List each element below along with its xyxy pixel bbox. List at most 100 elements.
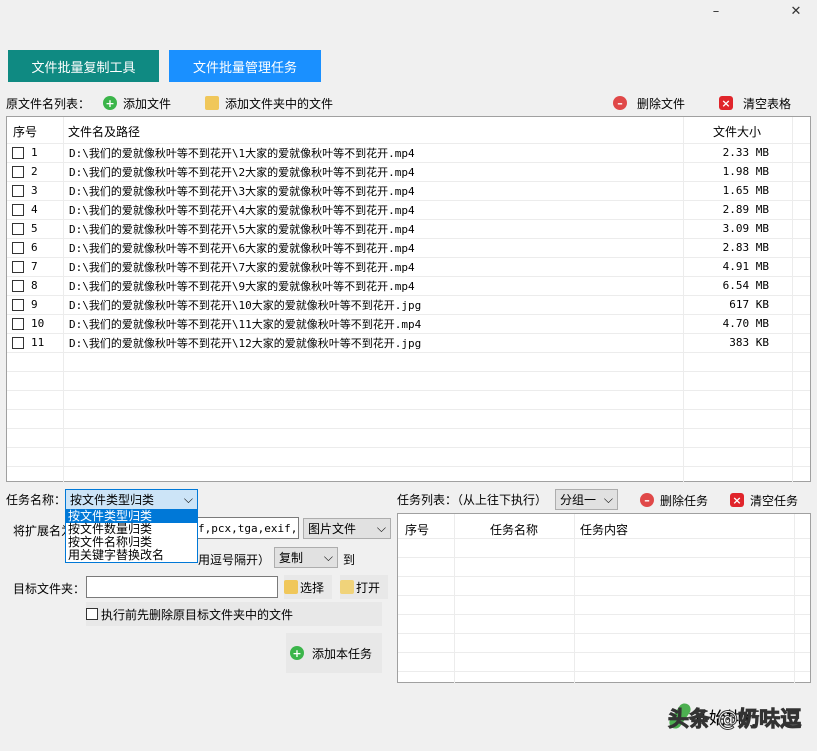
group-value: 分组一 (560, 493, 597, 507)
row-no: 3 (31, 184, 38, 197)
row-checkbox[interactable] (12, 222, 24, 235)
row-no: 1 (31, 146, 38, 159)
table-row[interactable]: 1 D:\我们的爱就像秋叶等不到花开\1大家的爱就像秋叶等不到花开.mp4 2.… (7, 143, 797, 162)
delete-task-button[interactable]: – 删除任务 (640, 491, 708, 509)
row-path: D:\我们的爱就像秋叶等不到花开\11大家的爱就像秋叶等不到花开.mp4 (69, 317, 422, 331)
row-checkbox[interactable] (12, 336, 24, 349)
add-file-label: 添加文件 (123, 96, 172, 111)
row-checkbox[interactable] (12, 317, 24, 330)
table-row[interactable]: 7 D:\我们的爱就像秋叶等不到花开\7大家的爱就像秋叶等不到花开.mp4 4.… (7, 257, 797, 276)
row-checkbox[interactable] (12, 298, 24, 311)
row-no: 4 (31, 203, 38, 216)
row-checkbox[interactable] (12, 241, 24, 254)
plus-icon: + (103, 96, 117, 110)
task-name-label: 任务名称： (6, 493, 67, 507)
target-folder-input[interactable] (86, 576, 278, 598)
header-task-content: 任务内容 (580, 523, 629, 537)
action-select[interactable]: 复制 ⌵ (274, 547, 338, 568)
table-row[interactable]: 8 D:\我们的爱就像秋叶等不到花开\9大家的爱就像秋叶等不到花开.mp4 6.… (7, 276, 797, 295)
target-folder-label: 目标文件夹： (13, 582, 86, 596)
clear-table-label: 清空表格 (743, 96, 792, 111)
dropdown-option[interactable]: 用关键字替换改名 (66, 549, 197, 562)
task-name-select[interactable]: 按文件类型归类 ⌵ (65, 489, 198, 510)
row-path: D:\我们的爱就像秋叶等不到花开\4大家的爱就像秋叶等不到花开.mp4 (69, 203, 415, 217)
header-size: 文件大小 (713, 125, 762, 139)
row-no: 7 (31, 260, 38, 273)
group-select[interactable]: 分组一 ⌵ (555, 489, 618, 510)
row-size: 3.09 MB (722, 222, 769, 235)
table-row[interactable]: 3 D:\我们的爱就像秋叶等不到花开\3大家的爱就像秋叶等不到花开.mp4 1.… (7, 181, 797, 200)
row-path: D:\我们的爱就像秋叶等不到花开\3大家的爱就像秋叶等不到花开.mp4 (69, 184, 415, 198)
row-no: 11 (31, 336, 45, 349)
add-task-button[interactable]: + 添加本任务 (286, 633, 382, 673)
row-path: D:\我们的爱就像秋叶等不到花开\10大家的爱就像秋叶等不到花开.jpg (69, 298, 422, 312)
row-size: 383 KB (729, 336, 769, 349)
row-no: 6 (31, 241, 38, 254)
row-checkbox[interactable] (12, 203, 24, 216)
task-table[interactable]: 序号 任务名称 任务内容 (397, 513, 811, 684)
table-row[interactable]: 9 D:\我们的爱就像秋叶等不到花开\10大家的爱就像秋叶等不到花开.jpg 6… (7, 295, 797, 314)
row-size: 4.70 MB (722, 317, 769, 330)
clear-task-button[interactable]: × 清空任务 (730, 491, 798, 509)
row-path: D:\我们的爱就像秋叶等不到花开\6大家的爱就像秋叶等不到花开.mp4 (69, 241, 415, 255)
folder-add-icon (284, 580, 298, 594)
row-path: D:\我们的爱就像秋叶等不到花开\5大家的爱就像秋叶等不到花开.mp4 (69, 222, 415, 236)
add-folder-label: 添加文件夹中的文件 (225, 96, 334, 111)
plus-icon: + (290, 646, 304, 660)
row-size: 1.98 MB (722, 165, 769, 178)
close-button[interactable]: ✕ (786, 4, 806, 19)
minimize-button[interactable]: – (706, 4, 726, 19)
action-value: 复制 (279, 551, 304, 565)
open-label: 打开 (356, 580, 381, 595)
file-list-label: 原文件名列表： (6, 96, 91, 111)
delete-file-button[interactable]: – 删除文件 (613, 94, 685, 112)
x-icon: × (730, 493, 744, 507)
checkbox[interactable] (86, 608, 98, 620)
file-table[interactable]: 序号 文件名及路径 文件大小 1 D:\我们的爱就像秋叶等不到花开\1大家的爱就… (6, 116, 811, 483)
delete-first-checkbox[interactable]: 执行前先删除原目标文件夹中的文件 (86, 602, 382, 626)
table-row[interactable]: 5 D:\我们的爱就像秋叶等不到花开\5大家的爱就像秋叶等不到花开.mp4 3.… (7, 219, 797, 238)
row-checkbox[interactable] (12, 279, 24, 292)
add-file-button[interactable]: + 添加文件 (103, 94, 171, 112)
folder-icon (205, 96, 219, 110)
delete-task-label: 删除任务 (660, 493, 709, 508)
open-folder-button[interactable]: 打开 (340, 575, 388, 599)
x-icon: × (719, 96, 733, 110)
table-row[interactable]: 6 D:\我们的爱就像秋叶等不到花开\6大家的爱就像秋叶等不到花开.mp4 2.… (7, 238, 797, 257)
tab-copy-tool[interactable]: 文件批量复制工具 (8, 50, 159, 82)
task-name-value: 按文件类型归类 (70, 493, 155, 507)
category-value: 图片文件 (308, 522, 357, 536)
row-checkbox[interactable] (12, 165, 24, 178)
row-no: 5 (31, 222, 38, 235)
row-no: 8 (31, 279, 38, 292)
row-checkbox[interactable] (12, 260, 24, 273)
select-folder-button[interactable]: 选择 (284, 575, 332, 599)
delete-first-label: 执行前先删除原目标文件夹中的文件 (101, 607, 294, 622)
row-checkbox[interactable] (12, 146, 24, 159)
clear-table-button[interactable]: × 清空表格 (719, 94, 791, 112)
table-row[interactable]: 2 D:\我们的爱就像秋叶等不到花开\2大家的爱就像秋叶等不到花开.mp4 1.… (7, 162, 797, 181)
header-task-name: 任务名称 (490, 523, 539, 537)
row-no: 2 (31, 165, 38, 178)
task-name-dropdown[interactable]: 按文件类型归类 按文件数量归类 按文件名称归类 用关键字替换改名 (65, 509, 198, 563)
chevron-down-icon: ⌵ (183, 492, 193, 506)
table-row[interactable]: 10 D:\我们的爱就像秋叶等不到花开\11大家的爱就像秋叶等不到花开.mp4 … (7, 314, 797, 333)
row-no: 9 (31, 298, 38, 311)
to-label: 到 (343, 553, 356, 567)
row-checkbox[interactable] (12, 184, 24, 197)
table-row[interactable]: 11 D:\我们的爱就像秋叶等不到花开\12大家的爱就像秋叶等不到花开.jpg … (7, 333, 797, 352)
task-list-label: 任务列表：（从上往下执行） (397, 493, 548, 507)
row-size: 6.54 MB (722, 279, 769, 292)
row-size: 2.33 MB (722, 146, 769, 159)
row-path: D:\我们的爱就像秋叶等不到花开\2大家的爱就像秋叶等不到花开.mp4 (69, 165, 415, 179)
watermark: 头条 @奶味逗 (667, 707, 802, 732)
category-select[interactable]: 图片文件 ⌵ (303, 518, 391, 539)
row-path: D:\我们的爱就像秋叶等不到花开\9大家的爱就像秋叶等不到花开.mp4 (69, 279, 415, 293)
tab-manage-tasks[interactable]: 文件批量管理任务 (169, 50, 321, 82)
folder-search-icon (340, 580, 354, 594)
extension-input[interactable]: f,pcx,tga,exif,fp (195, 517, 299, 539)
chevron-down-icon: ⌵ (323, 550, 333, 564)
add-folder-button[interactable]: 添加文件夹中的文件 (205, 94, 333, 112)
row-no: 10 (31, 317, 45, 330)
table-row[interactable]: 4 D:\我们的爱就像秋叶等不到花开\4大家的爱就像秋叶等不到花开.mp4 2.… (7, 200, 797, 219)
